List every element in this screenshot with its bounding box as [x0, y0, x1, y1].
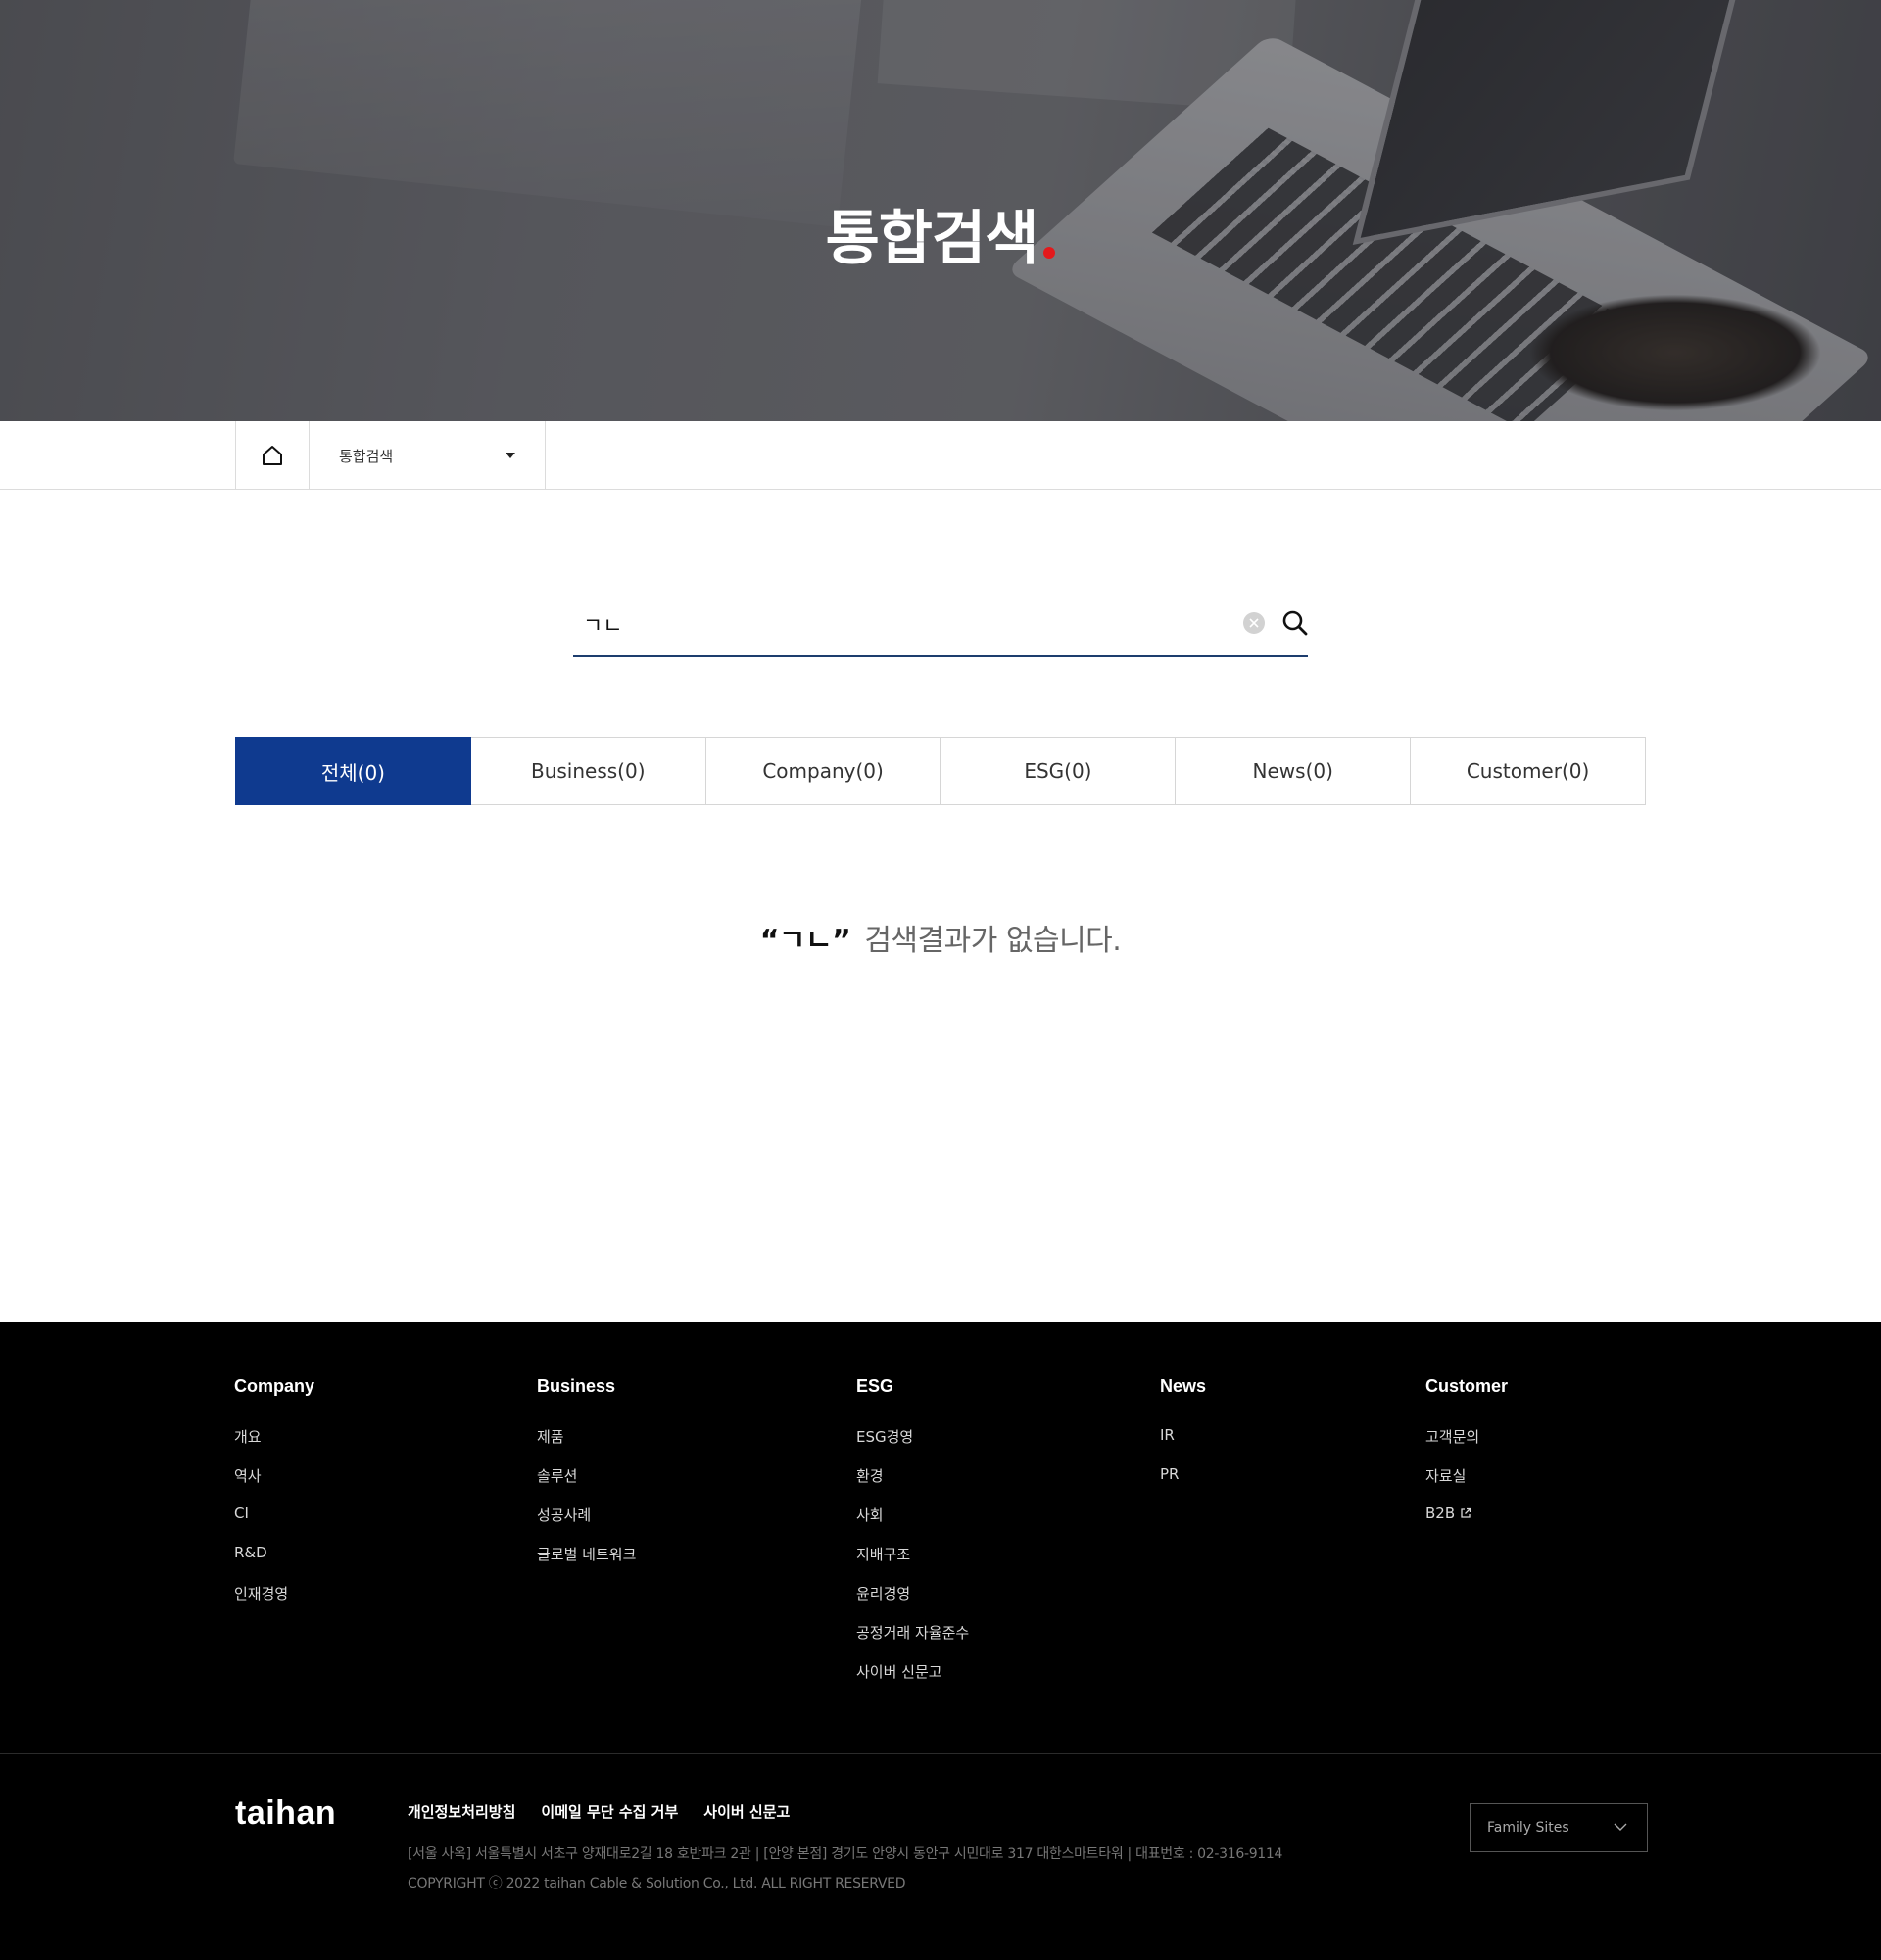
search-button[interactable]	[1280, 608, 1310, 638]
footer-link[interactable]: 개요	[234, 1426, 314, 1465]
tab-company[interactable]: Company(0)	[705, 737, 941, 805]
page-title: 통합검색	[0, 191, 1881, 276]
footer-link[interactable]: 사회	[856, 1505, 969, 1544]
tab-all[interactable]: 전체(0)	[235, 737, 471, 805]
footer-link[interactable]: 지배구조	[856, 1544, 969, 1583]
footer-link[interactable]: 윤리경영	[856, 1583, 969, 1622]
footer-col-business: Business 제품 솔루션 성공사례 글로벌 네트워크	[537, 1376, 636, 1583]
footer-link[interactable]: 성공사례	[537, 1505, 636, 1544]
result-tabs: 전체(0) Business(0) Company(0) ESG(0) News…	[235, 737, 1646, 805]
footer-link[interactable]: IR	[1160, 1426, 1206, 1465]
no-result-message: “ㄱㄴ” 검색결과가 없습니다.	[0, 916, 1881, 959]
breadcrumb-select[interactable]: 통합검색	[310, 421, 546, 490]
footer-col-esg: ESG ESG경영 환경 사회 지배구조 윤리경영 공정거래 자율준수 사이버 …	[856, 1376, 969, 1700]
search-input[interactable]	[583, 604, 1171, 644]
footer-logo[interactable]: taihan	[235, 1794, 336, 1833]
footer-link[interactable]: ESG경영	[856, 1426, 969, 1465]
footer-copyright: COPYRIGHT ⓒ 2022 taihan Cable & Solution…	[408, 1876, 906, 1891]
footer: Company 개요 역사 CI R&D 인재경영 Business 제품 솔루…	[0, 1322, 1881, 1960]
close-icon	[1249, 618, 1259, 628]
cyber-report-link[interactable]: 사이버 신문고	[703, 1801, 790, 1822]
email-refusal-link[interactable]: 이메일 무단 수집 거부	[541, 1801, 678, 1822]
hero-banner: 통합검색	[0, 0, 1881, 421]
footer-link-b2b[interactable]: B2B	[1425, 1505, 1508, 1544]
family-sites-label: Family Sites	[1487, 1820, 1569, 1836]
footer-link[interactable]: 자료실	[1425, 1465, 1508, 1505]
footer-link[interactable]: 제품	[537, 1426, 636, 1465]
search-icon	[1282, 610, 1308, 636]
tab-business[interactable]: Business(0)	[470, 737, 706, 805]
footer-address: [서울 사옥] 서울특별시 서초구 양재대로2길 18 호반파크 2관 | [안…	[408, 1846, 1283, 1862]
breadcrumb-current: 통합검색	[339, 447, 394, 465]
home-icon	[263, 446, 282, 465]
footer-link[interactable]: 역사	[234, 1465, 314, 1505]
footer-link[interactable]: R&D	[234, 1544, 314, 1583]
clear-button[interactable]	[1243, 612, 1265, 634]
search-bar	[573, 593, 1308, 657]
footer-col-company: Company 개요 역사 CI R&D 인재경영	[234, 1376, 314, 1622]
no-result-text: 검색결과가 없습니다.	[864, 924, 1122, 958]
page-title-text: 통합검색	[825, 205, 1039, 273]
footer-link[interactable]: 고객문의	[1425, 1426, 1508, 1465]
family-sites-select[interactable]: Family Sites	[1470, 1803, 1648, 1852]
footer-link[interactable]: 글로벌 네트워크	[537, 1544, 636, 1583]
footer-link[interactable]: 환경	[856, 1465, 969, 1505]
footer-col-title[interactable]: Customer	[1425, 1376, 1508, 1397]
footer-divider	[0, 1753, 1881, 1754]
footer-link-label: B2B	[1425, 1505, 1456, 1522]
no-result-query: “ㄱㄴ”	[759, 924, 851, 958]
footer-link[interactable]: PR	[1160, 1465, 1206, 1505]
footer-col-title[interactable]: Business	[537, 1376, 636, 1397]
footer-col-title[interactable]: Company	[234, 1376, 314, 1397]
caret-down-icon	[506, 453, 515, 458]
chevron-down-icon	[1614, 1823, 1627, 1831]
footer-link[interactable]: 인재경영	[234, 1583, 314, 1622]
footer-col-news: News IR PR	[1160, 1376, 1206, 1505]
privacy-policy-link[interactable]: 개인정보처리방침	[408, 1801, 515, 1822]
tab-news[interactable]: News(0)	[1176, 737, 1412, 805]
footer-col-title[interactable]: ESG	[856, 1376, 969, 1397]
breadcrumb: 통합검색	[0, 421, 1881, 490]
footer-policy-links: 개인정보처리방침 이메일 무단 수집 거부 사이버 신문고	[408, 1801, 790, 1822]
footer-link[interactable]: 솔루션	[537, 1465, 636, 1505]
tab-customer[interactable]: Customer(0)	[1411, 737, 1646, 805]
footer-link[interactable]: 공정거래 자율준수	[856, 1622, 969, 1661]
external-link-icon	[1461, 1507, 1471, 1518]
footer-link[interactable]: 사이버 신문고	[856, 1661, 969, 1700]
title-dot-icon	[1043, 247, 1056, 259]
footer-col-title[interactable]: News	[1160, 1376, 1206, 1397]
footer-link[interactable]: CI	[234, 1505, 314, 1544]
home-button[interactable]	[235, 421, 310, 490]
footer-col-customer: Customer 고객문의 자료실 B2B	[1425, 1376, 1508, 1544]
tab-esg[interactable]: ESG(0)	[940, 737, 1177, 805]
